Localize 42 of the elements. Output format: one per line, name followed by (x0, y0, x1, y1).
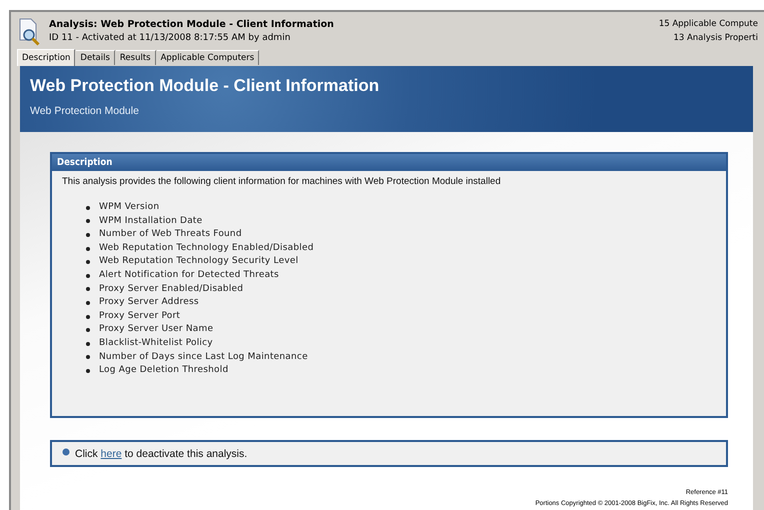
list-item: Number of Web Threats Found (99, 228, 242, 242)
list-item: Proxy Server Enabled/Disabled (99, 282, 244, 296)
here-link[interactable]: here (100, 448, 122, 460)
bullet-icon (86, 355, 90, 360)
bullet-icon (86, 342, 90, 346)
bullet-icon (86, 232, 90, 237)
summary-count: 13 Analysis Properti (672, 33, 758, 43)
tab[interactable]: Results (116, 50, 156, 65)
list-item: Proxy Server Port (99, 310, 180, 323)
list-item: Web Reputation Technology Enabled/Disabled (99, 242, 314, 255)
list-item: Blacklist-Whitelist Policy (99, 336, 213, 350)
bullet-icon (86, 246, 90, 251)
list-item: Proxy Server User Name (99, 323, 214, 336)
page-subtitle: Web Protection Module (30, 105, 140, 117)
bullet-icon (86, 206, 90, 210)
summary-count: 15 Applicable Compute (658, 19, 758, 29)
bullet-icon (86, 300, 90, 305)
tab[interactable]: Description (17, 49, 76, 66)
page-title: Web Protection Module - Client Information (30, 76, 380, 96)
bullet-icon (86, 274, 90, 278)
bullet-icon (86, 368, 90, 373)
bullet-icon (86, 314, 90, 319)
list-item: Alert Notification for Detected Threats (99, 268, 279, 282)
list-item: Number of Days since Last Log Maintenance (99, 350, 308, 364)
description-text: This analysis provides the following client information for machines with Web Protection Module installed (61, 175, 502, 189)
list-item: WPM Version (99, 201, 160, 214)
tab[interactable]: Details (76, 50, 115, 65)
bullet-icon (86, 328, 90, 332)
tab[interactable]: Applicable Computers (156, 50, 260, 65)
panel-heading: Description (52, 154, 726, 171)
list-item: WPM Installation Date (99, 214, 202, 228)
bullet-icon (86, 260, 90, 264)
bullet-icon (86, 287, 90, 292)
document-search-icon (17, 18, 41, 46)
list-item: Log Age Deletion Threshold (99, 364, 228, 378)
bullet-icon (86, 219, 90, 224)
activation-info: ID 11 - Activated at 11/13/2008 8:17:55 AM by admin (49, 33, 292, 43)
action-text: Click here to deactivate this analysis. (75, 448, 248, 460)
list-item: Proxy Server Address (99, 296, 199, 310)
bullet-icon (62, 448, 70, 456)
window-title: Analysis: Web Protection Module - Client Information (49, 19, 335, 30)
list-item: Web Reputation Technology Security Level (99, 255, 298, 268)
